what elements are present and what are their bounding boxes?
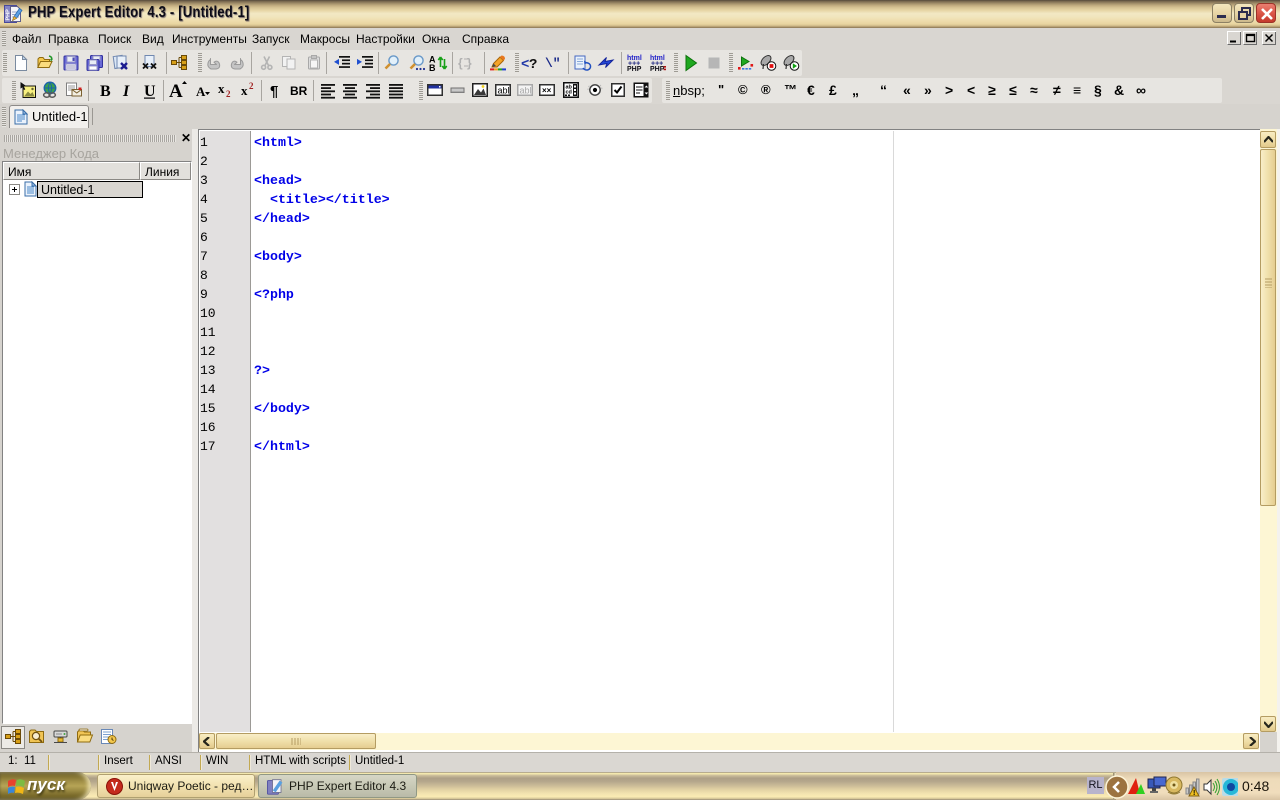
svg-text:¶: ¶ [270,83,278,100]
svg-text:PHP: PHP [627,66,642,73]
svg-text:\": \" [545,56,561,71]
svg-text:!: ! [1193,790,1195,797]
svg-text:B: B [100,83,111,100]
svg-text:2: 2 [249,81,254,91]
svg-text:abl: abl [520,86,532,96]
svg-text:A: A [196,84,206,99]
svg-text:x: x [241,83,248,98]
svg-text:BR: BR [290,84,308,98]
svg-text:2: 2 [226,89,231,99]
svg-text:××: ×× [542,86,552,95]
svg-text:{: { [458,56,463,70]
svg-text:PHP: PHP [650,66,665,73]
svg-text:A: A [169,81,183,102]
svg-text:}: } [467,56,472,70]
svg-text:I: I [122,83,130,100]
svg-text:U: U [144,83,156,100]
svg-text:?: ? [529,57,537,73]
svg-text:abl: abl [498,86,510,96]
svg-text:B: B [429,63,436,73]
svg-text:x: x [218,81,225,96]
